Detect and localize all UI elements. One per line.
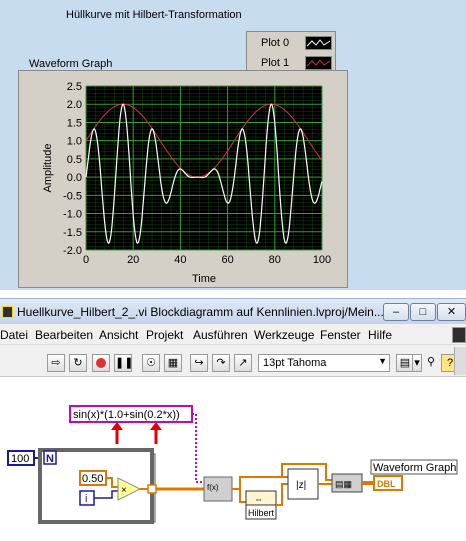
toolbar: ⇨ ↻ ❚❚ ☉ ▦ ↪ ↷ ↗ 13pt Tahoma ▼ ▤ ▾ ⚲ ? <box>0 345 466 377</box>
x-tick-label: 0 <box>83 254 89 266</box>
envelope-icon: |z| <box>296 480 306 491</box>
loop-tunnel[interactable] <box>147 484 157 494</box>
wire-hilbert-out <box>276 483 288 506</box>
red-arrow-icon <box>150 422 162 444</box>
constant-050-text: 0.50 <box>82 473 103 485</box>
formula-text: sin(x)*(1.0+sin(0.2*x)) <box>73 409 180 421</box>
x-tick-label: 20 <box>127 254 139 266</box>
run-arrow-icon[interactable]: ⇨ <box>47 354 65 372</box>
font-select-value: 13pt Tahoma <box>263 357 327 369</box>
menu-datei[interactable]: Datei <box>0 328 28 342</box>
minimize-button[interactable]: – <box>383 303 409 321</box>
y-tick-label: -2.0 <box>63 245 82 257</box>
menu-ausfuehren[interactable]: Ausführen <box>193 328 248 342</box>
y-tick-label: 1.0 <box>67 136 82 148</box>
step-into-icon[interactable]: ↪ <box>190 354 208 372</box>
iteration-text: i <box>85 493 87 505</box>
y-tick-label: -0.5 <box>63 190 82 202</box>
run-continuously-icon[interactable]: ↻ <box>69 354 87 372</box>
hilbert-arrow-icon: ⇔ <box>254 494 263 504</box>
y-tick-label: 0.0 <box>67 172 82 184</box>
red-arrow-icon <box>111 422 123 444</box>
toolbar-side-panel <box>454 347 466 375</box>
menu-projekt[interactable]: Projekt <box>146 328 183 342</box>
loop-count-text: 100 <box>11 453 29 465</box>
menu-bearbeiten[interactable]: Bearbeiten <box>35 328 93 342</box>
abort-icon[interactable] <box>92 354 110 372</box>
step-over-icon[interactable]: ↷ <box>212 354 230 372</box>
window-title: Huellkurve_Hilbert_2_.vi Blockdiagramm a… <box>17 305 384 319</box>
multiply-icon: × <box>121 485 127 496</box>
y-tick-label: 2.5 <box>67 81 82 93</box>
y-tick-label: 1.5 <box>67 117 82 129</box>
block-diagram-window: Huellkurve_Hilbert_2_.vi Blockdiagramm a… <box>0 298 466 541</box>
pause-icon[interactable]: ❚❚ <box>114 354 133 372</box>
function-icon: f(x) <box>207 483 219 492</box>
font-select[interactable]: 13pt Tahoma ▼ <box>258 354 390 372</box>
loop-n-text: N <box>46 453 54 465</box>
vi-icon-thumbnail <box>452 327 466 343</box>
x-tick-label: 60 <box>221 254 233 266</box>
chevron-down-icon[interactable]: ▾ <box>412 354 422 372</box>
hilbert-label: Hilbert <box>248 508 275 518</box>
y-tick-label: 2.0 <box>67 99 82 111</box>
wire-signal <box>239 476 288 489</box>
y-tick-label: -1.5 <box>63 227 82 239</box>
x-axis-label: Time <box>192 273 216 285</box>
y-axis-label: Amplitude <box>42 144 54 193</box>
highlight-execution-icon[interactable]: ☉ <box>142 354 160 372</box>
chevron-down-icon: ▼ <box>378 356 387 366</box>
string-wire[interactable] <box>192 413 204 483</box>
window-titlebar[interactable]: Huellkurve_Hilbert_2_.vi Blockdiagramm a… <box>0 298 466 324</box>
diagram-canvas[interactable]: sin(x)*(1.0+sin(0.2*x)) 100 N 0.50 i × f… <box>0 378 466 541</box>
x-tick-label: 100 <box>313 254 331 266</box>
menu-werkzeuge[interactable]: Werkzeuge <box>254 328 314 342</box>
graph-terminal-label: Waveform Graph <box>373 462 456 474</box>
search-icon[interactable]: ⚲ <box>424 354 438 372</box>
y-tick-label: -1.0 <box>63 209 82 221</box>
x-tick-label: 40 <box>174 254 186 266</box>
y-tick-label: 0.5 <box>67 154 82 166</box>
menu-ansicht[interactable]: Ansicht <box>99 328 138 342</box>
close-button[interactable]: ✕ <box>437 303 466 321</box>
menu-fenster[interactable]: Fenster <box>320 328 361 342</box>
waveform-graph[interactable]: 0 20 40 60 80 100 2.5 2.0 1.5 1.0 0.5 0.0 -0.5 -1.0 -1… <box>0 0 466 290</box>
retain-wire-values-icon[interactable]: ▦ <box>164 354 182 372</box>
wire-to-hilbert <box>232 488 246 503</box>
build-array-icon: ▤▦ <box>335 479 352 489</box>
dbl-text: DBL <box>377 479 396 489</box>
x-tick-label: 80 <box>269 254 281 266</box>
menu-hilfe[interactable]: Hilfe <box>368 328 392 342</box>
front-panel: Hüllkurve mit Hilbert-Transformation Plo… <box>0 0 466 290</box>
maximize-button[interactable]: □ <box>410 303 436 321</box>
menu-bar: Datei Bearbeiten Ansicht Projekt Ausführ… <box>0 324 466 345</box>
labview-vi-icon <box>2 306 13 318</box>
step-out-icon[interactable]: ↗ <box>234 354 252 372</box>
